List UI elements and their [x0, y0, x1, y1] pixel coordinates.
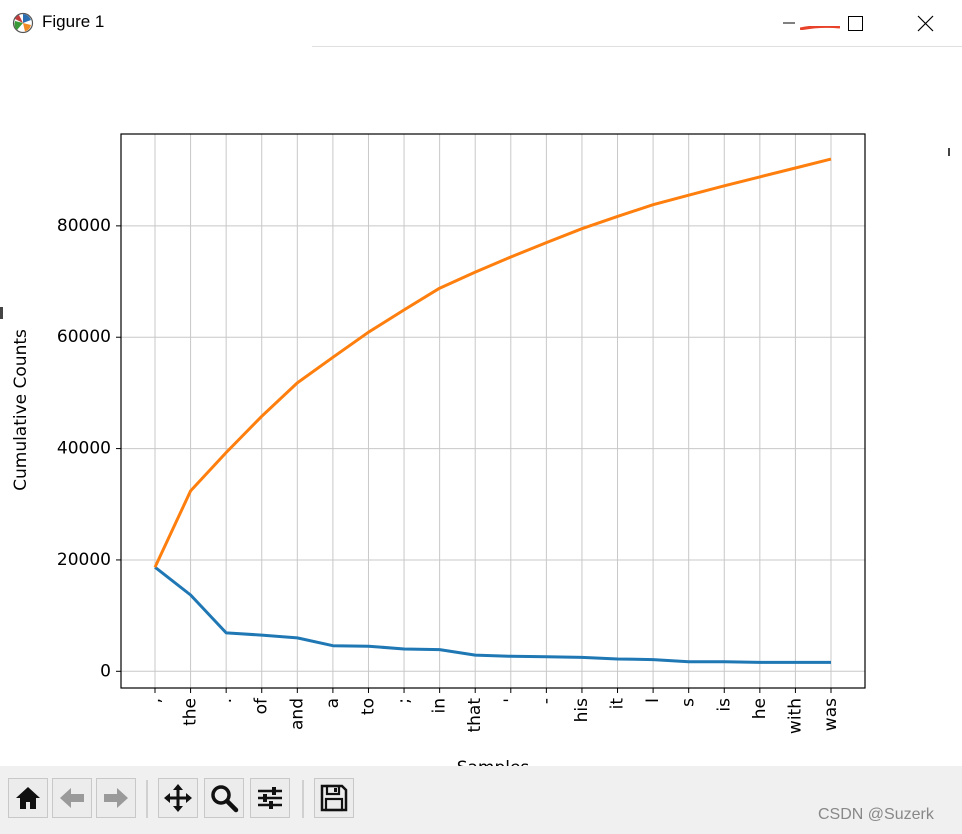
- minimize-button[interactable]: [766, 0, 812, 46]
- x-axis-label: Samples: [457, 758, 530, 766]
- home-button[interactable]: [8, 778, 48, 818]
- x-tick-label: his: [572, 698, 592, 722]
- zoom-icon: [211, 785, 239, 813]
- x-tick-label: to: [358, 698, 378, 715]
- title-bar: Figure 1: [0, 0, 962, 46]
- pan-icon: [164, 784, 192, 812]
- save-button[interactable]: [314, 778, 354, 818]
- x-tick-label: .: [216, 698, 236, 703]
- maximize-button[interactable]: [832, 0, 878, 46]
- x-tick-label: I: [643, 698, 663, 703]
- x-tick-label: s: [679, 698, 699, 707]
- x-tick-label: in: [430, 698, 450, 714]
- line-chart: Cumulative Counts Samples , the. ofand a to;…: [11, 133, 866, 778]
- back-arrow-icon: [60, 788, 84, 808]
- x-tick-label: he: [750, 698, 770, 719]
- close-icon: [917, 15, 934, 32]
- x-tick-label: ;: [394, 698, 414, 704]
- x-tick-label: of: [252, 697, 272, 714]
- matplotlib-app-icon: [12, 12, 34, 34]
- home-icon: [16, 787, 40, 809]
- x-tick-label: and: [287, 698, 307, 730]
- save-icon: [320, 784, 348, 812]
- x-tick-label: is: [714, 698, 734, 712]
- configure-subplots-icon: [258, 787, 282, 809]
- x-tick-label: was: [821, 698, 841, 731]
- x-tick-label: ': [501, 698, 521, 703]
- pan-button[interactable]: [158, 778, 198, 818]
- y-tick-label: 20000: [57, 550, 111, 570]
- x-tick-label: with: [785, 698, 805, 734]
- x-tick-label: the: [181, 698, 201, 726]
- watermark: CSDN @Suzerk: [818, 806, 934, 823]
- y-axis-label: Cumulative Counts: [11, 329, 31, 491]
- x-tick-label: ,: [145, 698, 165, 703]
- forward-arrow-icon: [104, 788, 128, 808]
- x-tick-label: it: [608, 698, 628, 710]
- y-tick-label: 0: [100, 661, 111, 681]
- zoom-button[interactable]: [204, 778, 244, 818]
- toolbar-separator: [146, 780, 148, 818]
- configure-subplots-button[interactable]: [250, 778, 290, 818]
- forward-button[interactable]: [96, 778, 136, 818]
- y-tick-label: 80000: [57, 216, 111, 236]
- maximize-icon: [848, 16, 863, 31]
- plot-area: [121, 134, 865, 688]
- y-tick-label: 60000: [57, 327, 111, 347]
- y-tick-label: 40000: [57, 439, 111, 459]
- x-tick-label: a: [323, 698, 343, 708]
- window-title: Figure 1: [42, 12, 105, 31]
- x-tick-label: that: [465, 698, 485, 733]
- back-button[interactable]: [52, 778, 92, 818]
- x-tick-label: -: [536, 698, 556, 704]
- minimize-icon: [783, 22, 795, 24]
- close-button[interactable]: [902, 0, 948, 46]
- toolbar-separator: [302, 780, 304, 818]
- figure-canvas[interactable]: Cumulative Counts Samples , the. ofand a to;…: [0, 46, 962, 778]
